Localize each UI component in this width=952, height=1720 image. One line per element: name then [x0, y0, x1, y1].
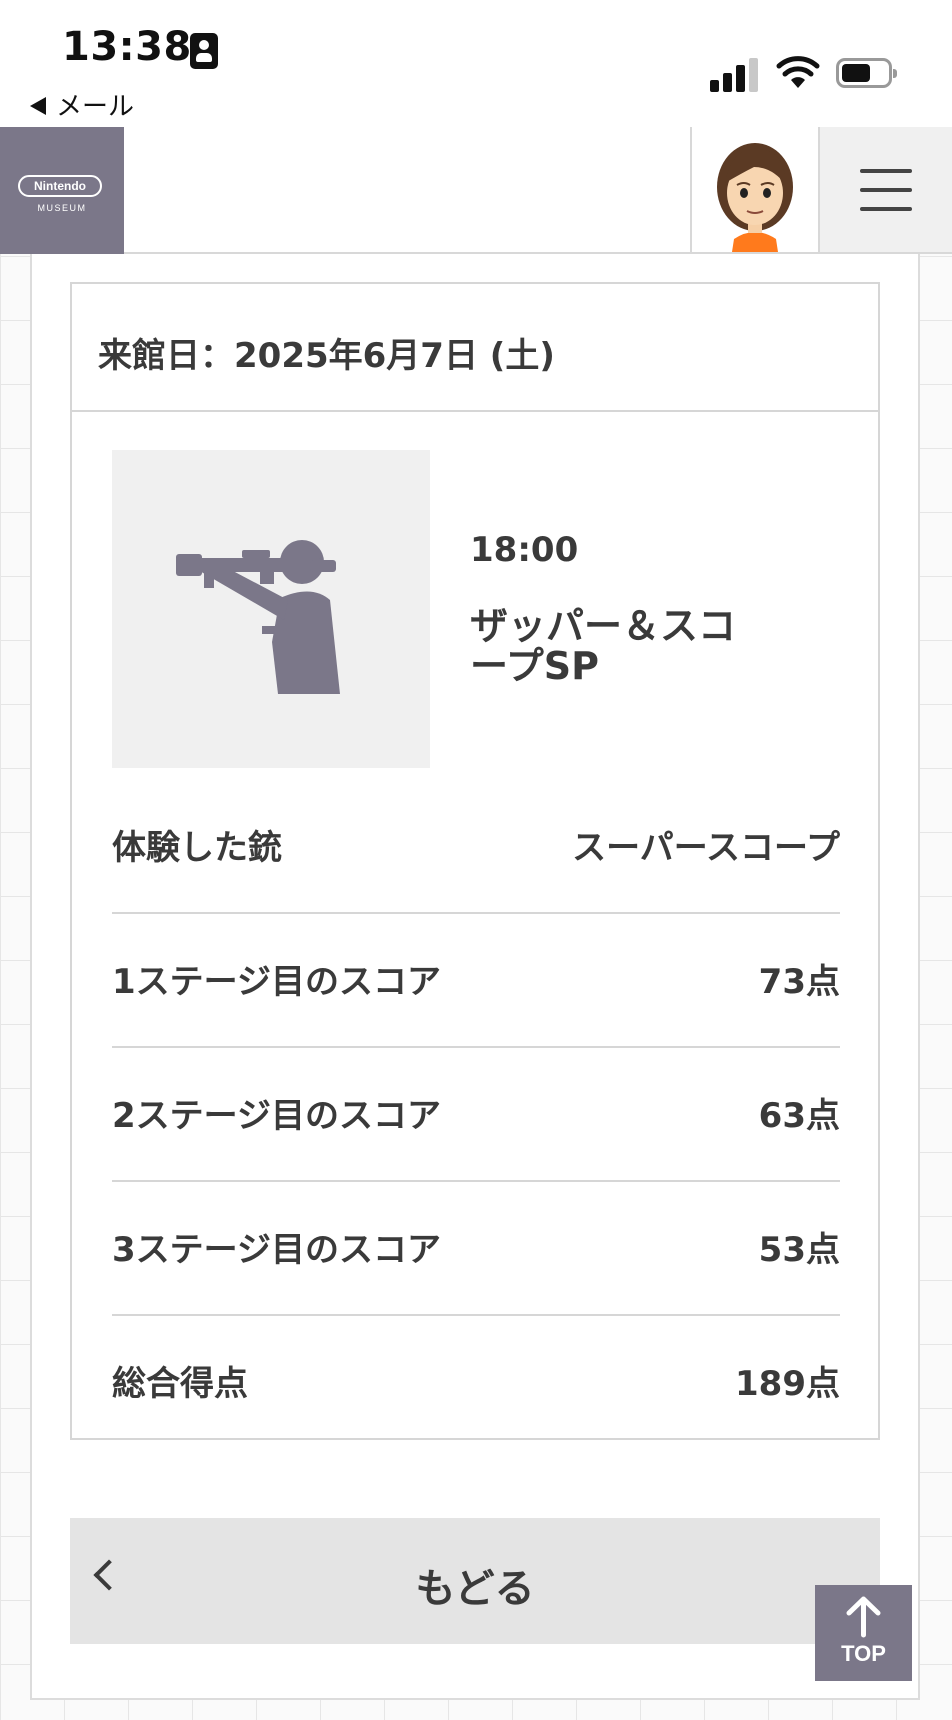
row-value: 189点 [735, 1364, 840, 1404]
logo-subtitle: MUSEUM [37, 203, 87, 213]
result-row: 3ステージ目のスコア 53点 [112, 1182, 840, 1316]
zapper-scope-icon [176, 540, 340, 694]
row-value: 73点 [758, 962, 840, 1002]
row-label: 3ステージ目のスコア [112, 1230, 441, 1270]
row-value: 63点 [758, 1096, 840, 1136]
row-value: 53点 [758, 1230, 840, 1270]
site-header: Nintendo MUSEUM [0, 127, 952, 254]
back-button[interactable]: もどる [70, 1518, 880, 1644]
row-value: スーパースコープ [572, 828, 840, 868]
result-card: 来館日：2025年6月7日 (土) 18:00 ザッパー＆スコープSP 体験した… [70, 282, 880, 1440]
back-app-label: メール [56, 92, 135, 122]
contact-card-icon [190, 33, 218, 69]
hamburger-menu-button[interactable] [820, 127, 952, 252]
row-label: 2ステージ目のスコア [112, 1096, 441, 1136]
status-bar: 13:38 メール [0, 0, 952, 127]
status-time: 13:38 [62, 24, 192, 70]
mii-avatar-icon [717, 143, 793, 252]
row-label: 1ステージ目のスコア [112, 962, 441, 1002]
attraction-thumbnail [112, 450, 430, 768]
battery-icon [836, 58, 897, 88]
result-row-total: 総合得点 189点 [112, 1316, 840, 1450]
visit-date: 来館日：2025年6月7日 (土) [98, 336, 555, 376]
wifi-icon [776, 56, 820, 88]
back-triangle-icon [30, 96, 46, 115]
menu-line [860, 207, 912, 211]
top-button-label: TOP [841, 1641, 886, 1666]
logo-brand: Nintendo [18, 175, 102, 197]
result-row: 1ステージ目のスコア 73点 [112, 914, 840, 1048]
cellular-signal-icon [710, 56, 760, 92]
mii-avatar-button[interactable] [690, 127, 820, 252]
back-to-app-link[interactable]: メール [30, 86, 134, 123]
nintendo-museum-logo[interactable]: Nintendo MUSEUM [0, 127, 124, 254]
session-time: 18:00 [470, 530, 579, 570]
menu-line [860, 188, 912, 192]
row-label: 体験した銃 [112, 828, 282, 868]
result-row: 体験した銃 スーパースコープ [112, 780, 840, 914]
row-label: 総合得点 [112, 1364, 248, 1404]
attraction-name: ザッパー＆スコープSP [470, 604, 737, 688]
visit-date-section: 来館日：2025年6月7日 (土) [72, 284, 878, 412]
arrow-up-icon [846, 1596, 881, 1638]
back-button-label: もどる [415, 1566, 535, 1612]
result-row: 2ステージ目のスコア 63点 [112, 1048, 840, 1182]
scroll-to-top-button[interactable]: TOP [815, 1585, 912, 1681]
menu-line [860, 169, 912, 173]
